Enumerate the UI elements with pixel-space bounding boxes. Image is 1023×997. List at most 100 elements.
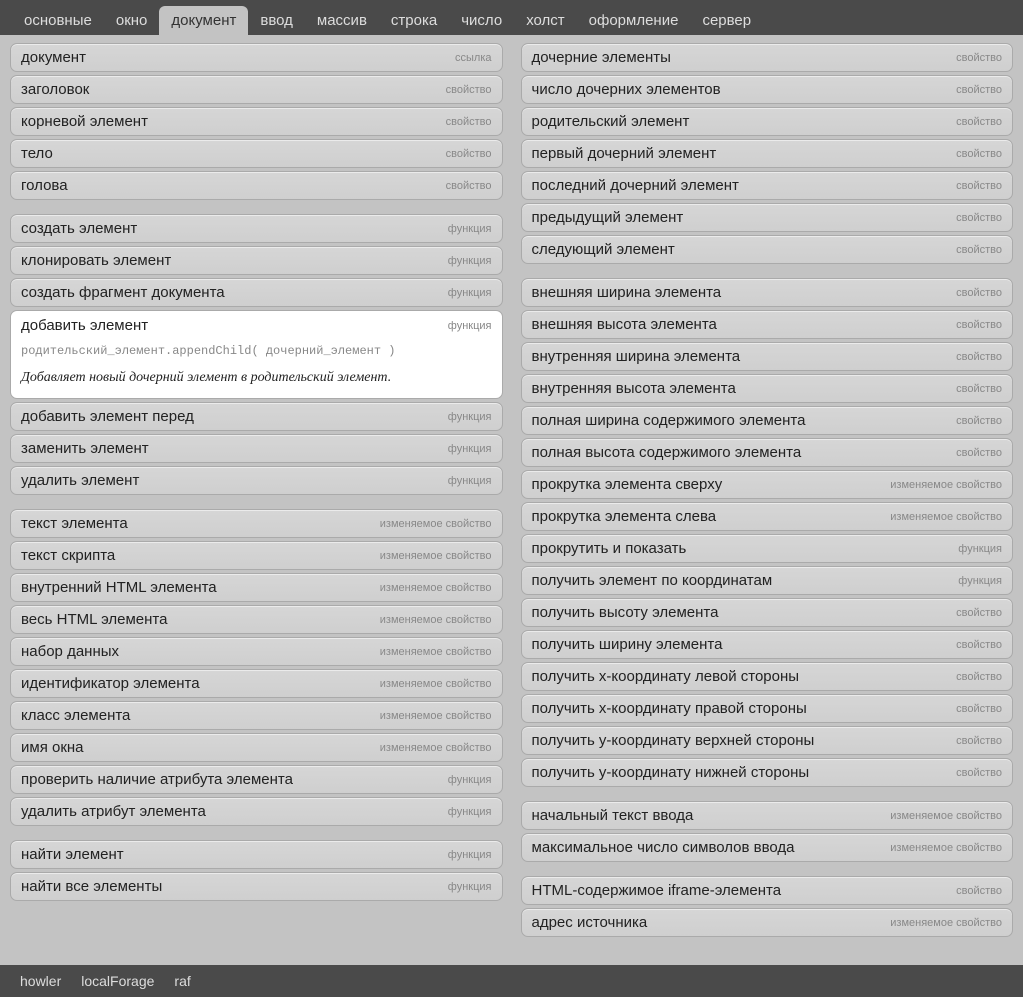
item-group: начальный текст вводаизменяемое свойство… bbox=[521, 801, 1014, 862]
tab-массив[interactable]: массив bbox=[305, 6, 379, 35]
footer-link-howler[interactable]: howler bbox=[20, 973, 61, 989]
api-item[interactable]: прокрутить и показатьфункция bbox=[521, 534, 1014, 563]
footer-link-raf[interactable]: raf bbox=[174, 973, 190, 989]
api-item[interactable]: полная высота содержимого элементасвойст… bbox=[521, 438, 1014, 467]
api-item[interactable]: прокрутка элемента сверхуизменяемое свой… bbox=[521, 470, 1014, 499]
api-item[interactable]: удалить элемент функция bbox=[10, 466, 503, 495]
item-label: весь HTML элемента bbox=[21, 611, 167, 628]
tab-документ[interactable]: документ bbox=[159, 6, 248, 35]
item-label: клонировать элемент bbox=[21, 252, 171, 269]
api-item[interactable]: внутренняя ширина элементасвойство bbox=[521, 342, 1014, 371]
item-label: идентификатор элемента bbox=[21, 675, 200, 692]
tab-сервер[interactable]: сервер bbox=[690, 6, 763, 35]
api-item[interactable]: текст элементаизменяемое свойство bbox=[10, 509, 503, 538]
tab-основные[interactable]: основные bbox=[12, 6, 104, 35]
api-item[interactable]: максимальное число символов вводаизменяе… bbox=[521, 833, 1014, 862]
item-badge: изменяемое свойство bbox=[380, 550, 492, 562]
item-badge: функция bbox=[958, 543, 1002, 555]
item-label: внутренний HTML элемента bbox=[21, 579, 217, 596]
item-label: прокрутка элемента слева bbox=[532, 508, 717, 525]
api-item[interactable]: внешняя ширина элементасвойство bbox=[521, 278, 1014, 307]
item-label: добавить элемент bbox=[21, 317, 148, 334]
item-label: получить x-координату левой стороны bbox=[532, 668, 800, 685]
api-item[interactable]: получить высоту элементасвойство bbox=[521, 598, 1014, 627]
item-group: дочерние элементысвойство число дочерних … bbox=[521, 43, 1014, 264]
item-label: удалить элемент bbox=[21, 472, 139, 489]
api-item[interactable]: последний дочерний элементсвойство bbox=[521, 171, 1014, 200]
api-item[interactable]: имя окнаизменяемое свойство bbox=[10, 733, 503, 762]
item-badge: функция bbox=[448, 320, 492, 332]
item-badge: функция bbox=[448, 255, 492, 267]
api-item[interactable]: удалить атрибут элементафункция bbox=[10, 797, 503, 826]
api-item[interactable]: телосвойство bbox=[10, 139, 503, 168]
api-item[interactable]: класс элементаизменяемое свойство bbox=[10, 701, 503, 730]
api-item[interactable]: получить y-координату верхней сторонысво… bbox=[521, 726, 1014, 755]
api-item[interactable]: проверить наличие атрибута элементафункц… bbox=[10, 765, 503, 794]
tab-оформление[interactable]: оформление bbox=[577, 6, 691, 35]
api-item[interactable]: начальный текст вводаизменяемое свойство bbox=[521, 801, 1014, 830]
api-item[interactable]: документссылка bbox=[10, 43, 503, 72]
api-item[interactable]: получить элемент по координатамфункция bbox=[521, 566, 1014, 595]
item-badge: функция bbox=[448, 287, 492, 299]
api-item[interactable]: предыдущий элементсвойство bbox=[521, 203, 1014, 232]
api-item[interactable]: набор данныхизменяемое свойство bbox=[10, 637, 503, 666]
api-item[interactable]: заголовоксвойство bbox=[10, 75, 503, 104]
item-badge: свойство bbox=[956, 639, 1002, 651]
api-item[interactable]: родительский элементсвойство bbox=[521, 107, 1014, 136]
item-label: внешняя высота элемента bbox=[532, 316, 717, 333]
tab-холст[interactable]: холст bbox=[514, 6, 576, 35]
item-label: последний дочерний элемент bbox=[532, 177, 739, 194]
tab-ввод[interactable]: ввод bbox=[248, 6, 305, 35]
api-item[interactable]: дочерние элементысвойство bbox=[521, 43, 1014, 72]
api-item[interactable]: головасвойство bbox=[10, 171, 503, 200]
footer: howler localForage raf bbox=[0, 965, 1023, 997]
api-item[interactable]: добавить элемент передфункция bbox=[10, 402, 503, 431]
api-item[interactable]: внутренний HTML элементаизменяемое свойс… bbox=[10, 573, 503, 602]
api-item[interactable]: получить x-координату правой сторонысвой… bbox=[521, 694, 1014, 723]
item-label: найти все элементы bbox=[21, 878, 162, 895]
item-group: создать элементфункция клонировать элемен… bbox=[10, 214, 503, 495]
api-item[interactable]: найти элементфункция bbox=[10, 840, 503, 869]
item-group: внешняя ширина элементасвойствовнешняя в… bbox=[521, 278, 1014, 787]
item-badge: свойство bbox=[956, 767, 1002, 779]
api-item[interactable]: весь HTML элементаизменяемое свойство bbox=[10, 605, 503, 634]
item-badge: свойство bbox=[956, 383, 1002, 395]
api-item[interactable]: создать элементфункция bbox=[10, 214, 503, 243]
api-item[interactable]: HTML-содержимое iframe-элементасвойство bbox=[521, 876, 1014, 905]
top-nav: основныеокнодокументвводмассивстрокачисл… bbox=[0, 0, 1023, 35]
item-description: Добавляет новый дочерний элемент в родит… bbox=[21, 370, 492, 386]
item-badge: изменяемое свойство bbox=[380, 678, 492, 690]
api-item[interactable]: идентификатор элемента изменяемое свойств… bbox=[10, 669, 503, 698]
api-item[interactable]: прокрутка элемента слева изменяемое свойс… bbox=[521, 502, 1014, 531]
api-item[interactable]: клонировать элемент функция bbox=[10, 246, 503, 275]
api-item[interactable]: создать фрагмент документафункция bbox=[10, 278, 503, 307]
api-item[interactable]: текст скриптаизменяемое свойство bbox=[10, 541, 503, 570]
api-item[interactable]: следующий элементсвойство bbox=[521, 235, 1014, 264]
item-badge: изменяемое свойство bbox=[380, 646, 492, 658]
api-item[interactable]: внутренняя высота элементасвойство bbox=[521, 374, 1014, 403]
item-label: внешняя ширина элемента bbox=[532, 284, 722, 301]
api-item[interactable]: найти все элементы функция bbox=[10, 872, 503, 901]
api-item[interactable]: внешняя высота элементасвойство bbox=[521, 310, 1014, 339]
tab-число[interactable]: число bbox=[449, 6, 514, 35]
item-badge: функция bbox=[448, 475, 492, 487]
tab-окно[interactable]: окно bbox=[104, 6, 160, 35]
item-group: документссылка заголовоксвойство корневой … bbox=[10, 43, 503, 200]
tab-строка[interactable]: строка bbox=[379, 6, 449, 35]
item-label: полная ширина содержимого элемента bbox=[532, 412, 806, 429]
content-area: документссылка заголовоксвойство корневой … bbox=[0, 35, 1023, 997]
item-badge: свойство bbox=[956, 244, 1002, 256]
api-item[interactable]: первый дочерний элементсвойство bbox=[521, 139, 1014, 168]
item-badge: изменяемое свойство bbox=[380, 742, 492, 754]
api-item[interactable]: полная ширина содержимого элементасвойст… bbox=[521, 406, 1014, 435]
footer-link-localForage[interactable]: localForage bbox=[81, 973, 154, 989]
item-label: проверить наличие атрибута элемента bbox=[21, 771, 293, 788]
api-item[interactable]: получить ширину элементасвойство bbox=[521, 630, 1014, 659]
api-item[interactable]: получить y-координату нижней сторонысвой… bbox=[521, 758, 1014, 787]
api-item[interactable]: число дочерних элементовсвойство bbox=[521, 75, 1014, 104]
api-item[interactable]: получить x-координату левой сторонысвойс… bbox=[521, 662, 1014, 691]
item-badge: изменяемое свойство bbox=[890, 511, 1002, 523]
api-item[interactable]: корневой элементсвойство bbox=[10, 107, 503, 136]
api-item[interactable]: заменить элементфункция bbox=[10, 434, 503, 463]
item-badge: функция bbox=[448, 881, 492, 893]
